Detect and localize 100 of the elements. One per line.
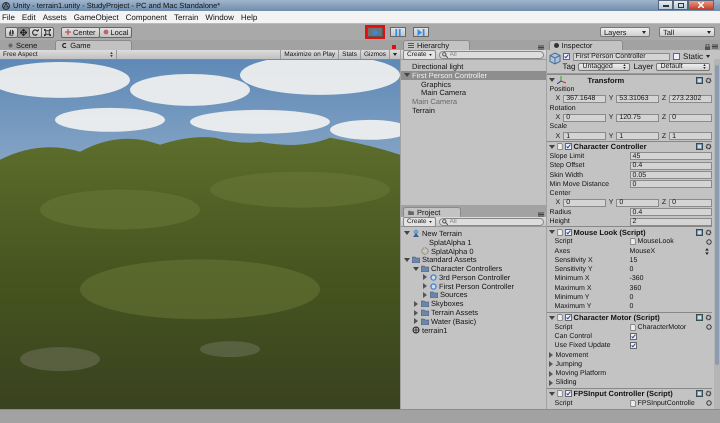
expand-arrow-icon[interactable]	[548, 361, 554, 368]
minimize-button[interactable]	[658, 0, 673, 10]
close-button[interactable]	[688, 0, 714, 10]
playback-button[interactable]	[365, 25, 386, 39]
settings-icon[interactable]	[705, 76, 712, 84]
step-icon	[417, 28, 426, 36]
caret-icon	[428, 220, 432, 222]
object-picker-icon[interactable]	[706, 400, 712, 406]
object-picker-icon[interactable]	[706, 238, 712, 245]
expand-arrow-icon[interactable]	[404, 230, 410, 236]
menu-item[interactable]: Assets	[42, 12, 67, 22]
script-file-icon	[556, 143, 563, 150]
enable-checkbox[interactable]	[564, 143, 572, 150]
tool-button[interactable]	[17, 26, 30, 38]
expand-arrow-icon[interactable]	[548, 390, 555, 397]
layer-label: Layer	[633, 62, 654, 71]
expand-arrow-icon[interactable]	[548, 77, 555, 83]
settings-icon[interactable]	[705, 228, 712, 236]
local-axes-icon	[102, 29, 109, 35]
lock-icon[interactable]	[705, 44, 710, 50]
checkbox[interactable]	[630, 342, 637, 350]
static-label: Static	[682, 52, 703, 61]
panel-menu-icon[interactable]	[538, 45, 544, 50]
object-picker-icon[interactable]	[706, 324, 712, 330]
expand-arrow-icon[interactable]	[422, 283, 428, 290]
hand-icon	[8, 28, 15, 36]
expand-arrow-icon[interactable]	[404, 256, 410, 263]
enable-checkbox[interactable]	[564, 314, 572, 322]
maximize-icon	[678, 2, 684, 8]
axes-icon	[556, 76, 566, 84]
expand-arrow-icon[interactable]	[548, 229, 555, 236]
settings-icon[interactable]	[705, 143, 712, 150]
menu-item[interactable]: Edit	[22, 12, 36, 22]
expand-arrow-icon[interactable]	[413, 300, 419, 307]
panel-menu-icon[interactable]	[712, 44, 718, 49]
panel-menu-icon[interactable]	[538, 212, 544, 217]
pivot-icon	[65, 29, 71, 35]
maximize-button[interactable]	[673, 0, 688, 10]
play-icon	[372, 28, 379, 36]
script-file-icon	[630, 400, 636, 407]
search-icon	[442, 52, 448, 58]
expand-arrow-icon[interactable]	[422, 292, 428, 298]
menu-item[interactable]: Terrain	[174, 12, 198, 22]
tool-button[interactable]	[41, 26, 54, 38]
up-down-arrows-icon	[703, 64, 706, 69]
help-book-icon[interactable]	[696, 76, 703, 84]
status-indicator-icon	[392, 45, 396, 49]
scene-tab-icon	[8, 43, 13, 48]
static-checkbox[interactable]	[672, 53, 680, 60]
expand-arrow-icon[interactable]	[548, 144, 555, 150]
scrollbar[interactable]	[714, 59, 720, 409]
gizmos-menu-button[interactable]	[389, 50, 400, 59]
help-book-icon[interactable]	[696, 314, 703, 322]
expand-arrow-icon[interactable]	[413, 266, 419, 272]
expand-arrow-icon[interactable]	[548, 380, 554, 386]
enable-checkbox[interactable]	[564, 390, 572, 398]
close-icon	[698, 2, 704, 8]
script-file-icon	[556, 314, 563, 322]
expand-arrow-icon[interactable]	[548, 370, 554, 377]
expand-arrow-icon[interactable]	[413, 310, 419, 316]
enable-checkbox[interactable]	[564, 228, 572, 236]
expand-arrow-icon[interactable]	[548, 352, 554, 358]
help-book-icon[interactable]	[696, 143, 703, 150]
checkbox[interactable]	[630, 332, 637, 340]
menu-item[interactable]: File	[2, 12, 15, 22]
minimize-icon	[662, 4, 668, 6]
move-arrows-icon	[20, 28, 27, 36]
terrain-icon	[412, 229, 420, 238]
up-down-arrows-icon	[110, 52, 113, 57]
scale-icon	[44, 28, 51, 36]
settings-icon[interactable]	[705, 390, 712, 398]
menu-item[interactable]: Window	[205, 12, 234, 22]
search-icon	[442, 218, 448, 224]
playback-button[interactable]	[390, 27, 406, 37]
script-file-icon	[556, 390, 563, 398]
expand-arrow-icon[interactable]	[404, 72, 410, 78]
script-file-icon	[630, 324, 636, 331]
expand-arrow-icon[interactable]	[413, 318, 419, 324]
pause-icon	[395, 28, 402, 36]
tag-label: Tag	[562, 62, 576, 71]
help-book-icon[interactable]	[696, 390, 703, 398]
caret-icon	[707, 30, 711, 34]
menu-item[interactable]: GameObject	[74, 12, 119, 22]
circle-icon	[421, 246, 429, 255]
active-checkbox[interactable]	[562, 53, 570, 60]
tool-button[interactable]	[5, 26, 18, 38]
help-book-icon[interactable]	[696, 228, 703, 236]
tool-button[interactable]	[29, 26, 42, 38]
settings-icon[interactable]	[705, 314, 712, 322]
caret-icon	[642, 30, 646, 34]
expand-arrow-icon[interactable]	[548, 314, 555, 321]
caret-icon	[393, 53, 397, 56]
playback-button[interactable]	[413, 27, 430, 37]
unity-scene-icon	[412, 326, 420, 334]
menu-item[interactable]: Component	[126, 12, 167, 22]
menu-item[interactable]: Help	[240, 12, 258, 22]
expand-arrow-icon[interactable]	[422, 274, 428, 280]
script-file-icon	[630, 238, 636, 246]
caret-icon[interactable]	[706, 55, 710, 58]
game-tab-icon	[62, 43, 68, 48]
